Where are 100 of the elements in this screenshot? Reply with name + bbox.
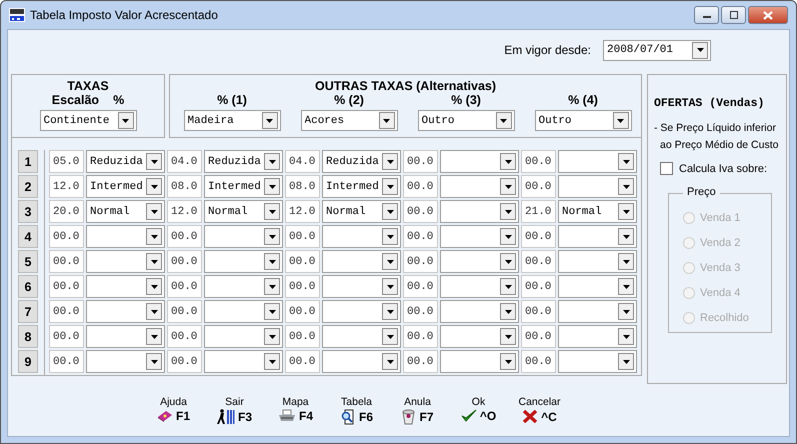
rate-field[interactable]: 12.0	[285, 200, 320, 223]
rate-field[interactable]: 00.0	[167, 225, 202, 248]
bracket-combo[interactable]	[204, 250, 283, 273]
bracket-combo[interactable]	[440, 150, 519, 173]
bracket-combo[interactable]	[558, 175, 637, 198]
rate-field[interactable]: 00.0	[403, 200, 438, 223]
bracket-combo[interactable]: Normal	[86, 200, 165, 223]
region-combo[interactable]: Outro	[418, 110, 514, 131]
bracket-combo[interactable]: Reduzida	[86, 150, 165, 173]
bracket-combo[interactable]	[204, 225, 283, 248]
rate-field[interactable]: 00.0	[49, 250, 84, 273]
minimize-button[interactable]	[694, 6, 719, 24]
bracket-combo[interactable]	[558, 150, 637, 173]
rate-field[interactable]: 04.0	[285, 150, 320, 173]
bracket-combo[interactable]	[86, 325, 165, 348]
bracket-combo[interactable]	[440, 275, 519, 298]
rate-field[interactable]: 00.0	[49, 225, 84, 248]
bracket-combo[interactable]	[322, 325, 401, 348]
bracket-combo[interactable]	[86, 225, 165, 248]
rate-field[interactable]: 00.0	[167, 300, 202, 323]
region-combo[interactable]: Outro	[534, 110, 632, 131]
region-combo[interactable]: Continente	[40, 110, 136, 131]
bracket-combo[interactable]	[440, 225, 519, 248]
toolbar-button[interactable]: Ok ^O	[456, 396, 501, 425]
bracket-combo[interactable]	[86, 300, 165, 323]
bracket-combo[interactable]: Normal	[558, 200, 637, 223]
bracket-combo[interactable]	[558, 225, 637, 248]
rate-field[interactable]: 00.0	[521, 150, 556, 173]
rate-field[interactable]: 00.0	[49, 350, 84, 373]
rate-field[interactable]: 00.0	[521, 225, 556, 248]
bracket-combo[interactable]	[558, 275, 637, 298]
rate-field[interactable]: 00.0	[521, 250, 556, 273]
bracket-combo[interactable]	[204, 300, 283, 323]
bracket-combo[interactable]	[322, 225, 401, 248]
toolbar-button[interactable]: Tabela F6	[334, 396, 379, 425]
rate-field[interactable]: 00.0	[403, 150, 438, 173]
bracket-combo[interactable]	[322, 275, 401, 298]
rate-field[interactable]: 00.0	[403, 175, 438, 198]
rate-field[interactable]: 00.0	[521, 350, 556, 373]
rate-field[interactable]: 00.0	[167, 325, 202, 348]
rate-field[interactable]: 05.0	[49, 150, 84, 173]
rate-field[interactable]: 12.0	[49, 175, 84, 198]
bracket-combo[interactable]	[558, 250, 637, 273]
bracket-combo[interactable]: Normal	[204, 200, 283, 223]
rate-field[interactable]: 00.0	[403, 250, 438, 273]
close-button[interactable]	[748, 6, 788, 24]
bracket-combo[interactable]	[440, 200, 519, 223]
date-combo[interactable]: 2008/07/01	[603, 40, 711, 60]
rate-field[interactable]: 00.0	[403, 225, 438, 248]
bracket-combo[interactable]	[440, 325, 519, 348]
rate-field[interactable]: 00.0	[285, 325, 320, 348]
rate-field[interactable]: 00.0	[285, 250, 320, 273]
bracket-combo[interactable]: Reduzida	[204, 150, 283, 173]
region-combo[interactable]: Acores	[300, 110, 398, 131]
rate-field[interactable]: 00.0	[403, 275, 438, 298]
rate-field[interactable]: 00.0	[521, 325, 556, 348]
bracket-combo[interactable]	[86, 275, 165, 298]
rate-field[interactable]: 00.0	[49, 275, 84, 298]
rate-field[interactable]: 00.0	[403, 300, 438, 323]
rate-field[interactable]: 00.0	[403, 325, 438, 348]
rate-field[interactable]: 00.0	[521, 275, 556, 298]
rate-field[interactable]: 00.0	[521, 175, 556, 198]
toolbar-button[interactable]: Mapa F4	[273, 396, 318, 425]
rate-field[interactable]: 00.0	[167, 250, 202, 273]
bracket-combo[interactable]	[558, 325, 637, 348]
bracket-combo[interactable]: Normal	[322, 200, 401, 223]
bracket-combo[interactable]	[322, 250, 401, 273]
rate-field[interactable]: 00.0	[285, 225, 320, 248]
bracket-combo[interactable]: Reduzida	[322, 150, 401, 173]
rate-field[interactable]: 00.0	[285, 350, 320, 373]
rate-field[interactable]: 20.0	[49, 200, 84, 223]
bracket-combo[interactable]: Intermed	[204, 175, 283, 198]
rate-field[interactable]: 00.0	[167, 275, 202, 298]
bracket-combo[interactable]	[322, 300, 401, 323]
maximize-button[interactable]	[721, 6, 746, 24]
rate-field[interactable]: 00.0	[521, 300, 556, 323]
bracket-combo[interactable]: Intermed	[86, 175, 165, 198]
toolbar-button[interactable]: Cancelar ^C	[517, 396, 562, 425]
toolbar-button[interactable]: Anula F7	[395, 396, 440, 425]
bracket-combo[interactable]	[440, 250, 519, 273]
bracket-combo[interactable]	[440, 300, 519, 323]
rate-field[interactable]: 00.0	[167, 350, 202, 373]
rate-field[interactable]: 08.0	[167, 175, 202, 198]
bracket-combo[interactable]	[86, 350, 165, 373]
toolbar-button[interactable]: Sair F3	[212, 396, 257, 425]
bracket-combo[interactable]	[204, 275, 283, 298]
rate-field[interactable]: 00.0	[403, 350, 438, 373]
bracket-combo[interactable]	[440, 350, 519, 373]
rate-field[interactable]: 04.0	[167, 150, 202, 173]
rate-field[interactable]: 00.0	[285, 300, 320, 323]
bracket-combo[interactable]	[86, 250, 165, 273]
toolbar-button[interactable]: Ajuda F1	[151, 396, 196, 425]
bracket-combo[interactable]	[558, 300, 637, 323]
rate-field[interactable]: 00.0	[49, 300, 84, 323]
rate-field[interactable]: 00.0	[49, 325, 84, 348]
bracket-combo[interactable]	[204, 325, 283, 348]
rate-field[interactable]: 21.0	[521, 200, 556, 223]
rate-field[interactable]: 08.0	[285, 175, 320, 198]
bracket-combo[interactable]	[322, 350, 401, 373]
bracket-combo[interactable]	[440, 175, 519, 198]
